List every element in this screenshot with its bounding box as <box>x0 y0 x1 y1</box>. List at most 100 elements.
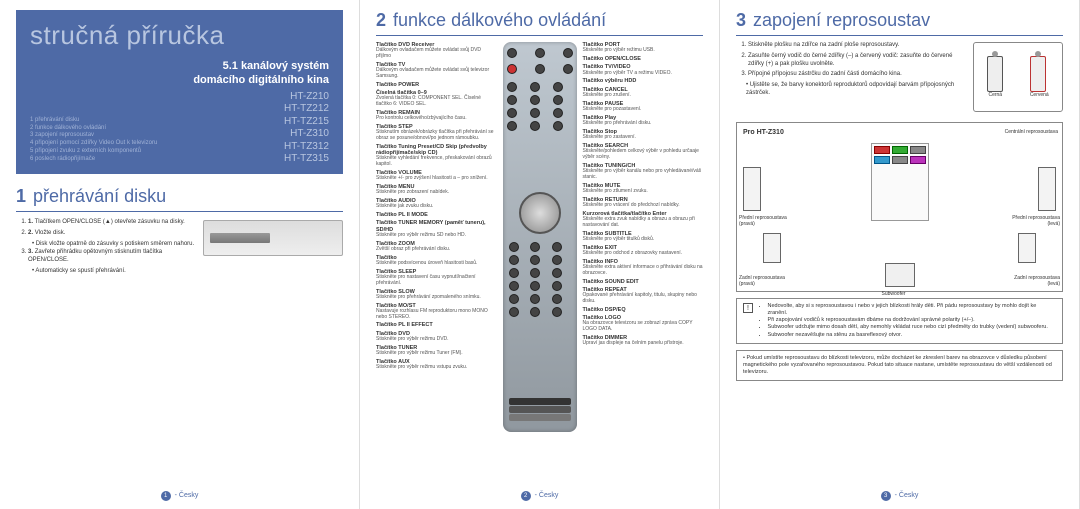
front-right-label: Přední reprosoustava (pravá) <box>739 215 787 227</box>
receiver-box <box>871 143 929 221</box>
page-footer: 2 - Česky <box>360 491 719 501</box>
wiring-steps: Stiskněte plošku na zdířce na zadní ploš… <box>736 42 965 112</box>
wire-step: Přípojné přípojosu zástrčku do zadní čás… <box>748 71 965 79</box>
warn-item: Subwoofer udržujte mimo dosah dětí, aby … <box>768 324 1053 331</box>
front-left-label: Přední reprosoustava (levá) <box>1012 215 1060 227</box>
toc-item: 5 připojení zvuku z externích komponentů <box>30 148 157 156</box>
section-heading: 3 zapojení reprosoustav <box>736 10 1063 31</box>
divider <box>376 35 703 36</box>
model: HT-TZ212 <box>30 103 329 116</box>
subtitle-line1: 5.1 kanálový systém <box>30 59 329 73</box>
func-item: Tlačítko INFOStiskněte extra aktivní inf… <box>583 259 704 277</box>
panel-2: 2 funkce dálkového ovládání Tlačítko DVD… <box>360 0 720 509</box>
page-lang: - Česky <box>535 492 559 499</box>
page-lang: - Česky <box>175 492 199 499</box>
func-item: Tlačítko SOUND EDIT <box>583 279 704 285</box>
func-item: Tlačítko výběru HDD <box>583 78 704 84</box>
model: HT-Z210 <box>30 91 329 104</box>
rear-right-speaker <box>763 233 781 263</box>
tv-note-box: • Pokud umístíte reprosoustavu do blízko… <box>736 350 1063 381</box>
page-num: 2 <box>521 491 531 501</box>
subwoofer-box <box>885 263 915 287</box>
func-item: Tlačítko StopStiskněte pro zastavení. <box>583 129 704 141</box>
func-item: Tlačítko PORTStiskněte pro výběr režimu … <box>583 42 704 54</box>
subtitle-line2: domácího digitálního kina <box>30 73 329 87</box>
front-left-speaker <box>1038 167 1056 211</box>
page-footer: 3 - Česky <box>720 491 1079 501</box>
plug-label-black: Černá <box>987 92 1003 98</box>
center-label: Centrální reprosoustava <box>1005 129 1058 135</box>
section-heading: 1 přehrávání disku <box>16 186 343 207</box>
header-block: stručná příručka 5.1 kanálový systém dom… <box>16 10 343 174</box>
func-item: Tlačítko MO/STNastavuje rozhlasu FM repr… <box>376 303 497 321</box>
func-item: Tlačítko MUTEStiskněte pro ztlumení zvuk… <box>583 183 704 195</box>
func-item: Tlačítko Tuning Preset/CD Skip (předvolb… <box>376 144 497 168</box>
section-heading: 2 funkce dálkového ovládání <box>376 10 703 31</box>
wire-step: Stiskněte plošku na zdířce na zadní ploš… <box>748 42 965 50</box>
func-item: Tlačítko SUBTITLEStiskněte pro výběr tit… <box>583 231 704 243</box>
func-item: Tlačítko SLOWStiskněte pro přehrávání zp… <box>376 289 497 301</box>
func-item: Tlačítko PL II EFFECT <box>376 322 497 328</box>
tv-note: • Pokud umístíte reprosoustavu do blízko… <box>743 355 1056 376</box>
warning-box: ! Nedovolte, aby si s reprosoustavou i n… <box>736 298 1063 344</box>
plug-diagram: Černá Červená <box>973 42 1063 112</box>
func-item: Tlačítko OPEN/CLOSE <box>583 56 704 62</box>
panel-3: 3 zapojení reprosoustav Stiskněte plošku… <box>720 0 1080 509</box>
toc-item: 1 přehrávání disku <box>30 117 157 125</box>
func-col-left: Tlačítko DVD ReceiverDálkovým ovladačem … <box>376 42 497 432</box>
rear-right-label: Zadní reprosoustava (pravá) <box>739 275 795 287</box>
wire-step: Zasuňte černý vodič do černé zdířky (–) … <box>748 53 965 69</box>
func-item: Tlačítko LOGONa obrazovce televizoru se … <box>583 315 704 333</box>
func-item: Tlačítko CANCELStiskněte pro zrušení. <box>583 87 704 99</box>
func-item: Tlačítko PL II MODE <box>376 212 497 218</box>
warning-icon: ! <box>743 303 753 313</box>
func-item: Tlačítko EXITStiskněte pro odchod z obra… <box>583 245 704 257</box>
func-item: Tlačítko VOLUMEStiskněte +/- pro zvýšení… <box>376 170 497 182</box>
panel-1: stručná příručka 5.1 kanálový systém dom… <box>0 0 360 509</box>
toc-item: 4 připojení pomocí zdířky Video Out k te… <box>30 140 157 148</box>
divider <box>736 35 1063 36</box>
step-sub: • Automaticky se spustí přehrávání. <box>32 267 343 275</box>
func-item: Tlačítko STEPStisknutím obrázek/obrázky … <box>376 124 497 142</box>
section-num: 1 <box>16 186 26 206</box>
wiring-top: Stiskněte plošku na zdířce na zadní ploš… <box>736 42 1063 112</box>
page-num: 3 <box>881 491 891 501</box>
func-item: Tlačítko POWER <box>376 82 497 88</box>
section-title: přehrávání disku <box>33 186 166 206</box>
sub-label: Subwoofer <box>882 291 906 297</box>
toc-item: 6 poslech rádiopřijímače <box>30 156 157 164</box>
guide-title: stručná příručka <box>30 20 329 51</box>
remote-layout: Tlačítko DVD ReceiverDálkovým ovladačem … <box>376 42 703 432</box>
func-item: Tlačítko TVDálkovým ovladačem můžete ovl… <box>376 62 497 80</box>
func-item: Kurzorová tlačítka/tlačítko EnterStiskně… <box>583 211 704 229</box>
func-item: Tlačítko MENUStiskněte pro zobrazení nab… <box>376 184 497 196</box>
rear-left-label: Zadní reprosoustava (levá) <box>1004 275 1060 287</box>
page-footer: 1 - Česky <box>0 491 359 501</box>
func-item: Tlačítko RETURNStiskněte pro vrácení do … <box>583 197 704 209</box>
section-title: funkce dálkového ovládání <box>393 10 606 30</box>
warn-item: Nedovolte, aby si s reprosoustavou i neb… <box>768 303 1053 317</box>
section-num: 3 <box>736 10 746 30</box>
plug-label-red: Červená <box>1030 92 1049 98</box>
wire-step-sub: • Ujistěte se, že barvy konektorů reprod… <box>746 82 965 98</box>
func-item: Tlačítko REMAINPro kontrolu celkového/zb… <box>376 110 497 122</box>
func-item: Číselná tlačítka 0–9Zvolená tlačítka 0: … <box>376 90 497 108</box>
rear-left-speaker <box>1018 233 1036 263</box>
func-item: Tlačítko DVDStiskněte pro výběr režimu D… <box>376 331 497 343</box>
func-item: Tlačítko DIMMERUpraví jas displeje na če… <box>583 335 704 347</box>
player-illustration <box>203 220 343 256</box>
divider <box>16 211 343 212</box>
warn-item: Subwoofer nezavěšujte na stěnu za basref… <box>768 332 1053 339</box>
section-1: 1 přehrávání disku 1. Tlačítkem OPEN/CLO… <box>16 186 343 276</box>
section-num: 2 <box>376 10 386 30</box>
func-item: Tlačítko SEARCHStiskněte/pohledem celkov… <box>583 143 704 161</box>
func-item: Tlačítko AUDIOStiskněte jak zvuku disku. <box>376 198 497 210</box>
func-item: Tlačítko SLEEPStiskněte pro nastavení ča… <box>376 269 497 287</box>
func-item: Tlačítko TUNERStiskněte pro výběr režimu… <box>376 345 497 357</box>
func-item: Tlačítko TUNER MEMORY (paměť tuneru), SD… <box>376 220 497 238</box>
func-item: Tlačítko PAUSEStiskněte pro pozastavení. <box>583 101 704 113</box>
func-item: Tlačítko PlayStiskněte pro přehrávání di… <box>583 115 704 127</box>
speaker-layout: Pro HT-Z310 Centrální reprosoustava Před… <box>736 122 1063 292</box>
func-item: TlačítkoStiskněte podsvícenou úroveň hla… <box>376 255 497 267</box>
func-item: Tlačítko TV/VIDEOStiskněte pro výběr TV … <box>583 64 704 76</box>
